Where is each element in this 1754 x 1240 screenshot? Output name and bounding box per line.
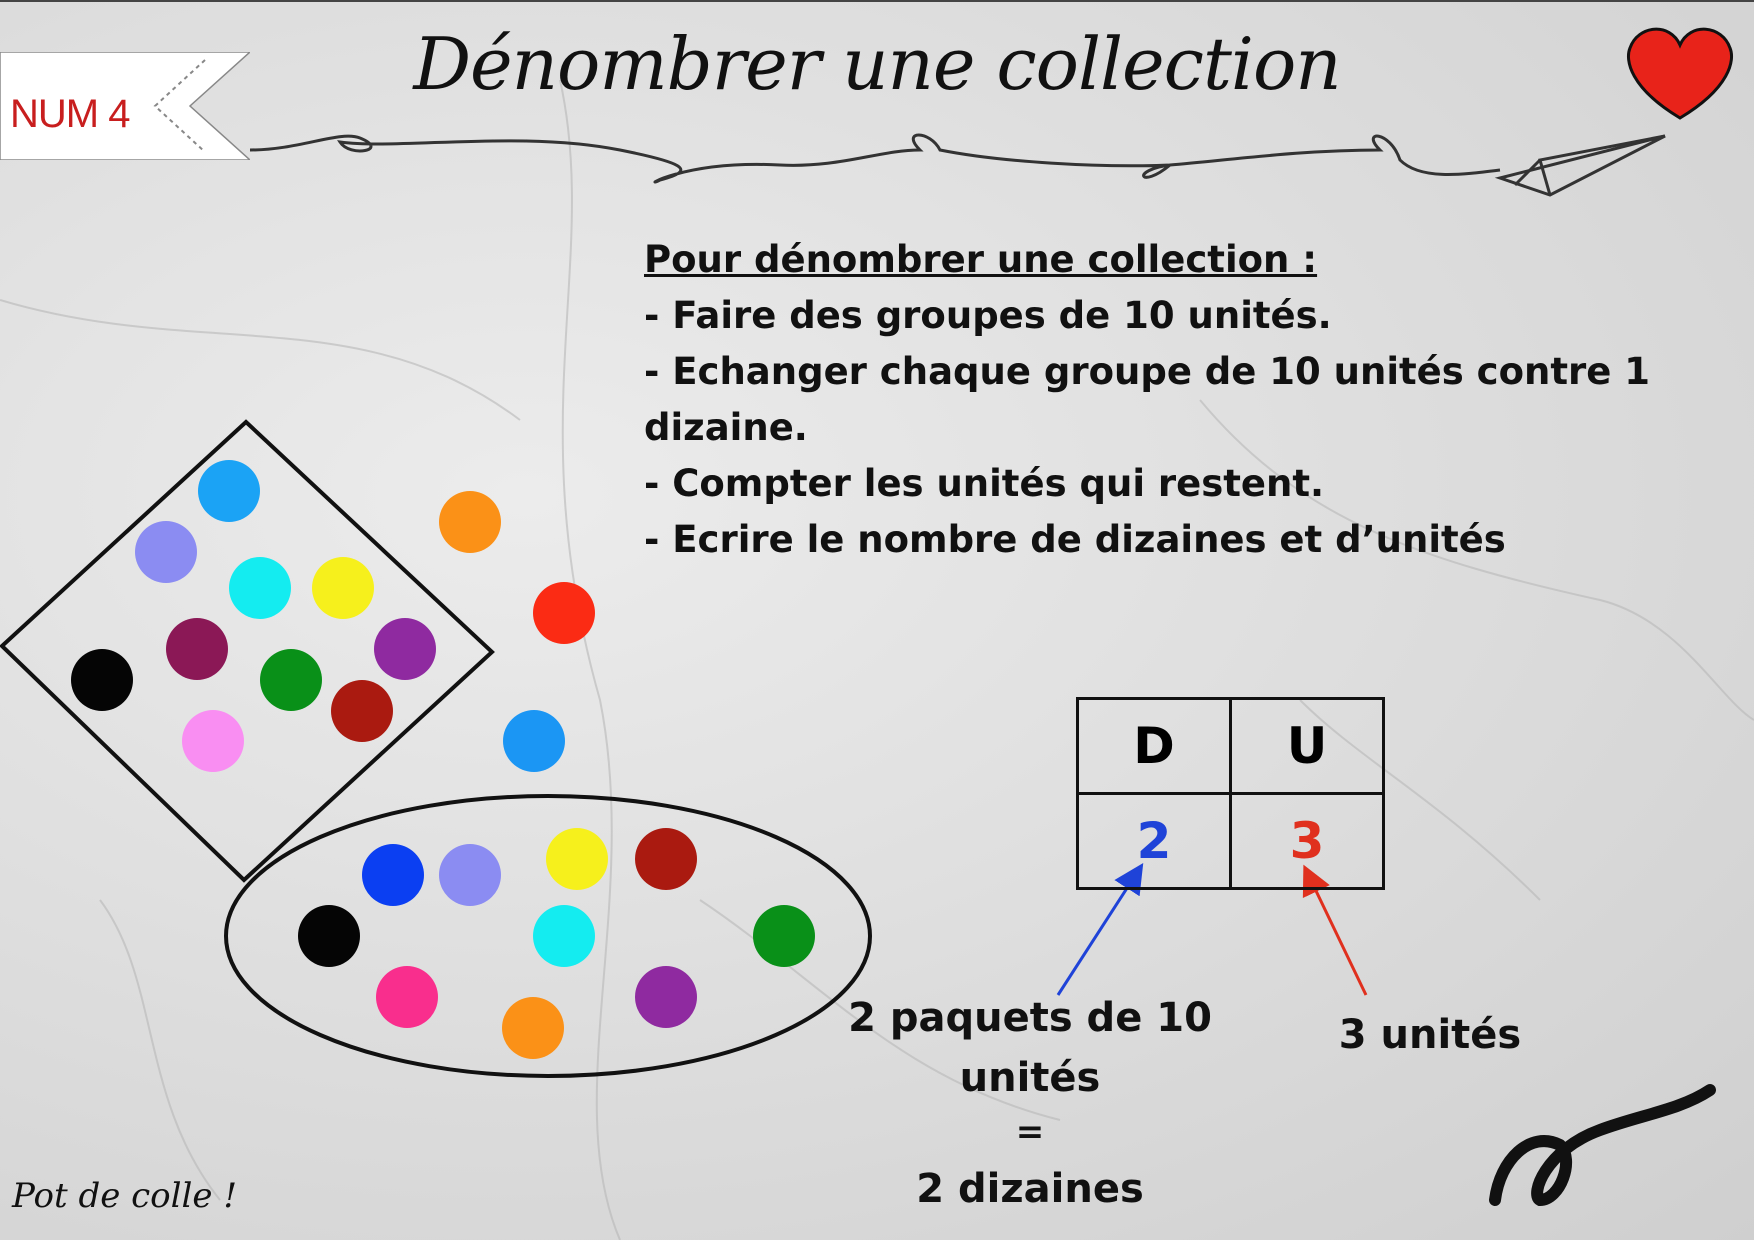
rule-step: - Ecrire le nombre de dizaines et d’unit… xyxy=(644,518,1506,561)
paper-plane-icon xyxy=(1494,134,1666,197)
rules-heading: Pour dénombrer une collection : xyxy=(644,238,1318,281)
dot xyxy=(362,844,424,906)
dot xyxy=(312,557,374,619)
dot xyxy=(374,618,436,680)
rules-block: Pour dénombrer une collection : - Faire … xyxy=(644,232,1704,568)
dot xyxy=(635,966,697,1028)
dot xyxy=(635,828,697,890)
dot xyxy=(135,521,197,583)
rule-step: - Echanger chaque groupe de 10 unités co… xyxy=(644,350,1651,449)
header-tens: D xyxy=(1076,697,1232,795)
dot xyxy=(260,649,322,711)
value-units: 3 xyxy=(1229,792,1385,890)
value-tens: 2 xyxy=(1076,792,1232,890)
tens-result: 2 dizaines xyxy=(916,1166,1144,1212)
diamond-dots xyxy=(71,460,436,772)
tens-line-1: 2 paquets de 10 xyxy=(848,995,1212,1041)
dot xyxy=(439,844,501,906)
swirl-decoration xyxy=(1489,1084,1716,1207)
dot xyxy=(166,618,228,680)
equals-sign: = xyxy=(1015,1112,1045,1152)
ellipse-dots xyxy=(298,828,815,1059)
units-explanation: 3 unités xyxy=(1338,1012,1522,1058)
tens-line-2: unités xyxy=(959,1055,1101,1101)
rule-step: - Faire des groupes de 10 unités. xyxy=(644,294,1332,337)
signature: Pot de colle ! xyxy=(12,1176,237,1216)
dot xyxy=(331,680,393,742)
tens-units-table: D U 2 3 xyxy=(1076,697,1385,890)
dot xyxy=(182,710,244,772)
dot xyxy=(439,491,501,553)
dot xyxy=(753,905,815,967)
dot xyxy=(71,649,133,711)
dot xyxy=(546,828,608,890)
dot xyxy=(198,460,260,522)
header-units: U xyxy=(1229,697,1385,795)
rule-step: - Compter les unités qui restent. xyxy=(644,462,1325,505)
tens-explanation: 2 paquets de 10 unités xyxy=(840,988,1220,1108)
dot xyxy=(229,557,291,619)
heart-icon xyxy=(1626,27,1734,120)
dot xyxy=(376,966,438,1028)
dot xyxy=(533,905,595,967)
dot xyxy=(298,905,360,967)
title-underline-decoration xyxy=(249,133,1501,184)
loose-dots xyxy=(439,491,595,772)
dot xyxy=(503,710,565,772)
dot xyxy=(502,997,564,1059)
dot xyxy=(533,582,595,644)
